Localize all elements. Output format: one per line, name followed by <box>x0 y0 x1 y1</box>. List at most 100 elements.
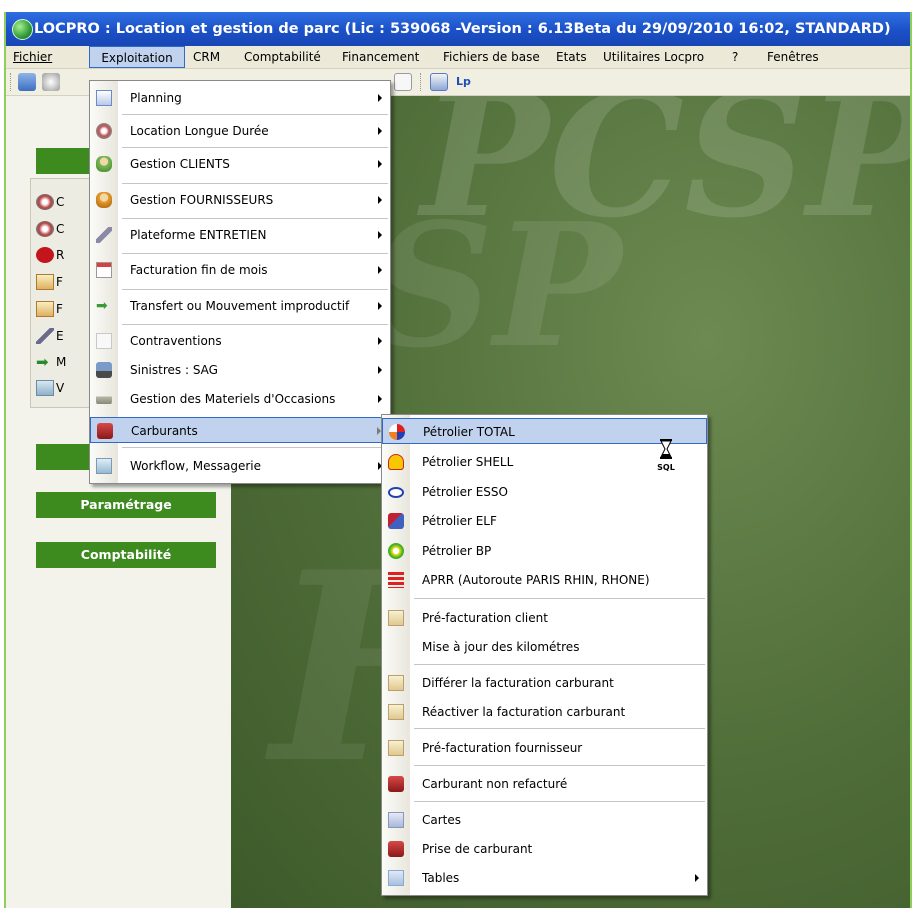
menu-item-transfert-mouvement[interactable]: ➡ Transfert ou Mouvement improductif <box>90 293 390 319</box>
calendar-icon <box>96 90 112 106</box>
menu-fenetres[interactable]: Fenêtres <box>762 46 824 68</box>
menu-item-workflow-messagerie[interactable]: Workflow, Messagerie <box>90 453 390 479</box>
menu-utilitaires-locpro[interactable]: Utilitaires Locpro <box>598 46 709 68</box>
document-icon <box>388 704 404 720</box>
menu-separator <box>122 447 388 448</box>
menu-item-planning[interactable]: Planning <box>90 85 390 111</box>
menu-item-carburants[interactable]: Carburants <box>90 417 390 443</box>
submenu-arrow-icon <box>378 160 382 168</box>
submenu-arrow-icon <box>378 94 382 102</box>
nav-item-label[interactable]: C <box>56 222 64 236</box>
menu-separator <box>414 765 705 766</box>
nav-item-label[interactable]: F <box>56 302 63 316</box>
card-icon <box>388 812 404 828</box>
menu-exploitation[interactable]: Exploitation <box>89 46 185 68</box>
menu-item-differer-facturation[interactable]: Différer la facturation carburant <box>382 670 707 696</box>
menu-separator <box>122 147 388 148</box>
fuel-can-icon <box>97 423 113 439</box>
app-logo-icon <box>12 19 33 40</box>
menu-separator <box>414 728 705 729</box>
toolbar-button-home-icon[interactable] <box>18 73 36 91</box>
menu-item-carburant-non-refacture[interactable]: Carburant non refacturé <box>382 771 707 797</box>
toolbar-separator <box>420 73 422 91</box>
nav-item-label[interactable]: V <box>56 381 64 395</box>
nav-section-comptabilite[interactable]: Comptabilité <box>36 542 216 568</box>
disc-search-icon <box>36 221 54 237</box>
menu-crm[interactable]: CRM <box>188 46 225 68</box>
cursor-sql-label: SQL <box>657 463 675 472</box>
nav-item-label[interactable]: E <box>56 329 64 343</box>
menu-separator <box>122 324 388 325</box>
menu-item-pre-facturation-fournisseur[interactable]: Pré-facturation fournisseur <box>382 735 707 761</box>
total-logo-icon <box>389 424 405 440</box>
menu-comptabilite[interactable]: Comptabilité <box>239 46 326 68</box>
tow-truck-icon <box>96 362 112 378</box>
invoice-icon <box>36 274 54 290</box>
menu-item-plateforme-entretien[interactable]: Plateforme ENTRETIEN <box>90 222 390 248</box>
submenu-arrow-icon <box>378 196 382 204</box>
menu-item-petrolier-elf[interactable]: Pétrolier ELF <box>382 508 707 534</box>
menu-separator <box>414 801 705 802</box>
menu-item-facturation-fin-de-mois[interactable]: Facturation fin de mois <box>90 257 390 283</box>
toolbar-button-document-icon[interactable] <box>394 73 412 91</box>
menu-item-gestion-fournisseurs[interactable]: Gestion FOURNISSEURS <box>90 187 390 213</box>
nav-item-label[interactable]: C <box>56 195 64 209</box>
menu-item-gestion-materiels-occasions[interactable]: Gestion des Materiels d'Occasions <box>90 386 390 412</box>
menu-help[interactable]: ? <box>727 46 743 68</box>
nav-item-label[interactable]: F <box>56 275 63 289</box>
table-icon <box>388 870 404 886</box>
people-icon <box>96 156 112 172</box>
toolbar-button-lp-icon[interactable]: Lp <box>456 73 478 91</box>
disc-icon <box>96 123 112 139</box>
elf-logo-icon <box>388 513 404 529</box>
menu-item-prise-de-carburant[interactable]: Prise de carburant <box>382 836 707 862</box>
menu-item-mise-a-jour-kilometres[interactable]: Mise à jour des kilométres <box>382 634 707 660</box>
menu-item-contraventions[interactable]: Contraventions <box>90 328 390 354</box>
shell-logo-icon <box>388 454 404 470</box>
menu-item-pre-facturation-client[interactable]: Pré-facturation client <box>382 605 707 631</box>
toolbar-button-disc-icon[interactable] <box>42 73 60 91</box>
fuel-can-icon <box>388 776 404 792</box>
calendar-page-icon <box>96 262 112 278</box>
menu-financement[interactable]: Financement <box>337 46 424 68</box>
esso-logo-icon <box>388 487 404 498</box>
hourglass-sql-cursor-icon: SQL <box>654 438 678 472</box>
submenu-arrow-icon <box>378 231 382 239</box>
arrow-right-icon: ➡ <box>36 353 49 371</box>
title-bar[interactable]: LOCPRO : Location et gestion de parc (Li… <box>6 12 910 46</box>
menu-separator <box>122 183 388 184</box>
submenu-arrow-icon <box>378 266 382 274</box>
wrench-icon <box>96 227 112 243</box>
menu-separator <box>122 253 388 254</box>
menu-item-petrolier-bp[interactable]: Pétrolier BP <box>382 538 707 564</box>
toolbar-button-notebook-icon[interactable] <box>430 73 448 91</box>
menu-item-cartes[interactable]: Cartes <box>382 807 707 833</box>
menu-item-location-longue-duree[interactable]: Location Longue Durée <box>90 118 390 144</box>
menu-item-petrolier-esso[interactable]: Pétrolier ESSO <box>382 479 707 505</box>
menu-fichiers-de-base[interactable]: Fichiers de base <box>438 46 545 68</box>
fuel-can-icon <box>388 841 404 857</box>
arrow-right-icon: ➡ <box>96 298 108 314</box>
carburants-submenu: Pétrolier TOTAL Pétrolier SHELL Pétrolie… <box>381 414 708 896</box>
menu-separator <box>414 598 705 599</box>
menu-separator <box>414 664 705 665</box>
menu-item-reactiver-facturation[interactable]: Réactiver la facturation carburant <box>382 699 707 725</box>
submenu-arrow-icon <box>378 337 382 345</box>
aprr-logo-icon <box>388 572 404 588</box>
nav-item-label[interactable]: R <box>56 248 64 262</box>
hourglass-icon <box>660 439 672 459</box>
car-icon <box>96 391 112 407</box>
map-icon <box>96 458 112 474</box>
window-title: LOCPRO : Location et gestion de parc (Li… <box>34 21 891 37</box>
nav-section-parametrage[interactable]: Paramétrage <box>36 492 216 518</box>
menu-item-tables[interactable]: Tables <box>382 865 707 891</box>
menu-separator <box>122 289 388 290</box>
menu-item-aprr[interactable]: APRR (Autoroute PARIS RHIN, RHONE) <box>382 567 707 593</box>
menu-item-gestion-clients[interactable]: Gestion CLIENTS <box>90 151 390 177</box>
nav-item-label[interactable]: M <box>56 355 66 369</box>
menu-etats[interactable]: Etats <box>551 46 592 68</box>
menu-fichier[interactable]: Fichier <box>8 46 57 68</box>
exploitation-menu: Planning Location Longue Durée Gestion C… <box>89 80 391 484</box>
menu-item-sinistres-sag[interactable]: Sinistres : SAG <box>90 357 390 383</box>
document-icon <box>96 333 112 349</box>
